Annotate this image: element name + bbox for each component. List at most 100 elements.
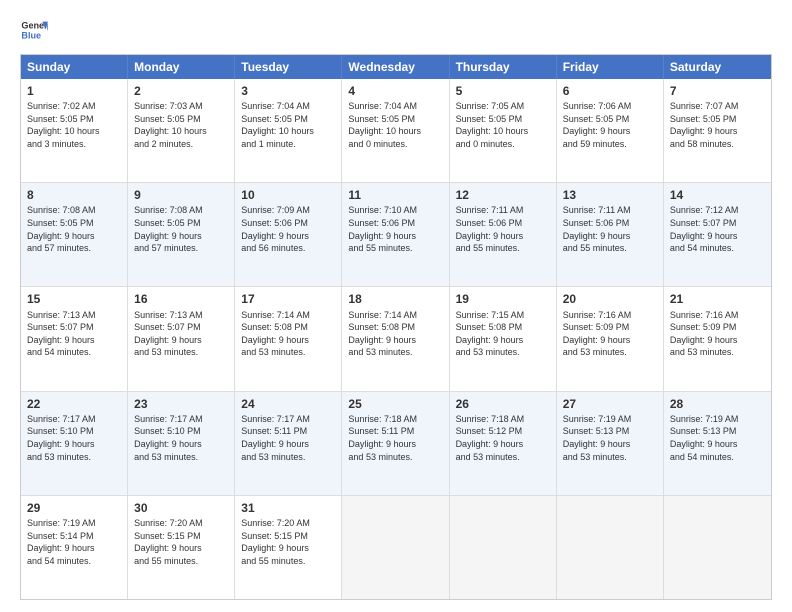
cell-line: Sunset: 5:05 PM [27, 113, 121, 126]
calendar-cell: 27Sunrise: 7:19 AMSunset: 5:13 PMDayligh… [557, 392, 664, 495]
calendar-row-3: 22Sunrise: 7:17 AMSunset: 5:10 PMDayligh… [21, 391, 771, 495]
day-number: 7 [670, 83, 765, 99]
calendar-cell: 5Sunrise: 7:05 AMSunset: 5:05 PMDaylight… [450, 79, 557, 182]
calendar-cell [557, 496, 664, 599]
cell-line: Sunset: 5:06 PM [348, 217, 442, 230]
cell-info: Sunrise: 7:10 AMSunset: 5:06 PMDaylight:… [348, 204, 442, 254]
cell-line: Sunset: 5:11 PM [241, 425, 335, 438]
cell-line: Sunrise: 7:12 AM [670, 204, 765, 217]
cell-line: Daylight: 9 hours [456, 230, 550, 243]
weekday-header-wednesday: Wednesday [342, 55, 449, 79]
cell-line: Daylight: 9 hours [27, 438, 121, 451]
calendar-cell: 22Sunrise: 7:17 AMSunset: 5:10 PMDayligh… [21, 392, 128, 495]
cell-line: Daylight: 9 hours [563, 125, 657, 138]
cell-line: Daylight: 9 hours [27, 542, 121, 555]
cell-line: and 55 minutes. [134, 555, 228, 568]
cell-line: and 53 minutes. [27, 451, 121, 464]
cell-line: Sunset: 5:15 PM [241, 530, 335, 543]
cell-line: Sunrise: 7:17 AM [241, 413, 335, 426]
cell-line: Sunset: 5:12 PM [456, 425, 550, 438]
day-number: 17 [241, 291, 335, 307]
cell-info: Sunrise: 7:03 AMSunset: 5:05 PMDaylight:… [134, 100, 228, 150]
cell-line: Daylight: 9 hours [241, 438, 335, 451]
cell-line: Sunrise: 7:03 AM [134, 100, 228, 113]
logo-icon: General Blue [20, 16, 48, 44]
cell-line: Daylight: 9 hours [670, 125, 765, 138]
weekday-header-monday: Monday [128, 55, 235, 79]
cell-line: Daylight: 9 hours [456, 334, 550, 347]
day-number: 23 [134, 396, 228, 412]
calendar-cell: 29Sunrise: 7:19 AMSunset: 5:14 PMDayligh… [21, 496, 128, 599]
day-number: 2 [134, 83, 228, 99]
cell-line: Daylight: 9 hours [670, 438, 765, 451]
day-number: 3 [241, 83, 335, 99]
calendar-cell: 24Sunrise: 7:17 AMSunset: 5:11 PMDayligh… [235, 392, 342, 495]
cell-line: Sunrise: 7:20 AM [241, 517, 335, 530]
cell-info: Sunrise: 7:16 AMSunset: 5:09 PMDaylight:… [670, 309, 765, 359]
cell-line: Daylight: 9 hours [241, 230, 335, 243]
cell-info: Sunrise: 7:04 AMSunset: 5:05 PMDaylight:… [348, 100, 442, 150]
cell-line: Daylight: 9 hours [348, 334, 442, 347]
day-number: 8 [27, 187, 121, 203]
cell-info: Sunrise: 7:13 AMSunset: 5:07 PMDaylight:… [27, 309, 121, 359]
cell-line: Daylight: 9 hours [670, 230, 765, 243]
cell-line: Sunrise: 7:19 AM [563, 413, 657, 426]
cell-line: and 55 minutes. [241, 555, 335, 568]
calendar-cell: 15Sunrise: 7:13 AMSunset: 5:07 PMDayligh… [21, 287, 128, 390]
calendar-cell: 14Sunrise: 7:12 AMSunset: 5:07 PMDayligh… [664, 183, 771, 286]
cell-info: Sunrise: 7:05 AMSunset: 5:05 PMDaylight:… [456, 100, 550, 150]
cell-line: and 0 minutes. [348, 138, 442, 151]
day-number: 1 [27, 83, 121, 99]
cell-line: and 53 minutes. [563, 451, 657, 464]
cell-line: Sunrise: 7:11 AM [563, 204, 657, 217]
cell-line: Sunset: 5:08 PM [456, 321, 550, 334]
day-number: 21 [670, 291, 765, 307]
cell-line: Sunset: 5:13 PM [563, 425, 657, 438]
cell-line: and 54 minutes. [27, 346, 121, 359]
calendar-cell: 6Sunrise: 7:06 AMSunset: 5:05 PMDaylight… [557, 79, 664, 182]
cell-line: and 58 minutes. [670, 138, 765, 151]
cell-info: Sunrise: 7:02 AMSunset: 5:05 PMDaylight:… [27, 100, 121, 150]
calendar-cell: 25Sunrise: 7:18 AMSunset: 5:11 PMDayligh… [342, 392, 449, 495]
day-number: 31 [241, 500, 335, 516]
cell-info: Sunrise: 7:14 AMSunset: 5:08 PMDaylight:… [241, 309, 335, 359]
cell-line: Sunrise: 7:17 AM [27, 413, 121, 426]
cell-line: Sunrise: 7:15 AM [456, 309, 550, 322]
day-number: 24 [241, 396, 335, 412]
cell-line: Sunset: 5:11 PM [348, 425, 442, 438]
cell-line: Daylight: 10 hours [134, 125, 228, 138]
cell-line: and 1 minute. [241, 138, 335, 151]
cell-line: Sunset: 5:13 PM [670, 425, 765, 438]
calendar-cell: 16Sunrise: 7:13 AMSunset: 5:07 PMDayligh… [128, 287, 235, 390]
calendar-cell: 8Sunrise: 7:08 AMSunset: 5:05 PMDaylight… [21, 183, 128, 286]
calendar-cell: 13Sunrise: 7:11 AMSunset: 5:06 PMDayligh… [557, 183, 664, 286]
calendar-cell: 28Sunrise: 7:19 AMSunset: 5:13 PMDayligh… [664, 392, 771, 495]
cell-info: Sunrise: 7:19 AMSunset: 5:13 PMDaylight:… [670, 413, 765, 463]
cell-line: Sunrise: 7:08 AM [134, 204, 228, 217]
cell-line: Sunrise: 7:09 AM [241, 204, 335, 217]
calendar-row-1: 8Sunrise: 7:08 AMSunset: 5:05 PMDaylight… [21, 182, 771, 286]
day-number: 12 [456, 187, 550, 203]
cell-line: Sunrise: 7:14 AM [241, 309, 335, 322]
calendar-cell: 1Sunrise: 7:02 AMSunset: 5:05 PMDaylight… [21, 79, 128, 182]
calendar-cell: 26Sunrise: 7:18 AMSunset: 5:12 PMDayligh… [450, 392, 557, 495]
header: General Blue [20, 16, 772, 44]
day-number: 5 [456, 83, 550, 99]
cell-line: Sunrise: 7:07 AM [670, 100, 765, 113]
day-number: 25 [348, 396, 442, 412]
day-number: 4 [348, 83, 442, 99]
cell-line: Daylight: 9 hours [348, 230, 442, 243]
cell-info: Sunrise: 7:17 AMSunset: 5:11 PMDaylight:… [241, 413, 335, 463]
cell-line: Sunrise: 7:16 AM [670, 309, 765, 322]
cell-line: Sunset: 5:08 PM [348, 321, 442, 334]
cell-info: Sunrise: 7:07 AMSunset: 5:05 PMDaylight:… [670, 100, 765, 150]
cell-info: Sunrise: 7:11 AMSunset: 5:06 PMDaylight:… [456, 204, 550, 254]
calendar-cell: 20Sunrise: 7:16 AMSunset: 5:09 PMDayligh… [557, 287, 664, 390]
cell-line: and 53 minutes. [670, 346, 765, 359]
cell-line: Daylight: 9 hours [27, 334, 121, 347]
day-number: 26 [456, 396, 550, 412]
cell-line: Sunset: 5:07 PM [134, 321, 228, 334]
cell-line: Daylight: 9 hours [670, 334, 765, 347]
day-number: 9 [134, 187, 228, 203]
cell-info: Sunrise: 7:15 AMSunset: 5:08 PMDaylight:… [456, 309, 550, 359]
